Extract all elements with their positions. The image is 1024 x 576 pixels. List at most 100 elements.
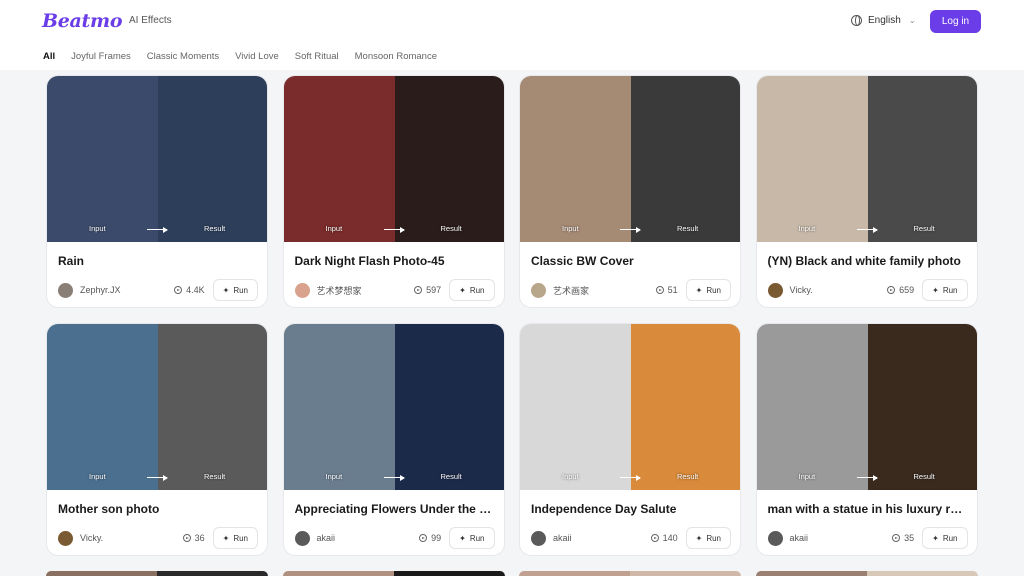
view-count-value: 140 bbox=[662, 533, 678, 543]
view-count: 35 bbox=[892, 533, 914, 543]
preview-image[interactable]: Input Result bbox=[47, 76, 267, 242]
preview-image[interactable]: Input Result bbox=[520, 324, 740, 490]
arrow-right-icon bbox=[147, 474, 168, 481]
input-label: Input bbox=[798, 224, 816, 233]
tab-soft-ritual[interactable]: Soft Ritual bbox=[295, 51, 339, 62]
preview-image[interactable]: Input Result bbox=[283, 76, 504, 242]
chevron-down-icon: ⌄ bbox=[908, 16, 916, 25]
input-image bbox=[283, 76, 395, 242]
result-label: Result bbox=[204, 472, 226, 481]
run-button[interactable]: ✦ Run bbox=[212, 527, 258, 549]
view-count-value: 36 bbox=[194, 533, 205, 543]
view-count: 4.4K bbox=[174, 285, 205, 295]
preview-image[interactable]: Input Result bbox=[47, 324, 267, 490]
card-meta: akaii 35 ✦ Run bbox=[767, 527, 968, 549]
avatar[interactable] bbox=[58, 282, 73, 298]
result-image bbox=[867, 76, 977, 242]
effect-card[interactable]: Input Result Mother son photo Vicky. 36 … bbox=[46, 323, 268, 556]
view-count: 140 bbox=[650, 533, 678, 543]
author-name[interactable]: Vicky. bbox=[80, 533, 183, 543]
run-button[interactable]: ✦ Run bbox=[922, 527, 968, 549]
preview-image[interactable]: Input Result bbox=[756, 76, 977, 242]
input-image bbox=[283, 324, 395, 490]
card-title[interactable]: Appreciating Flowers Under the Moon bbox=[295, 502, 495, 516]
card-title[interactable]: man with a statue in his luxury room bbox=[768, 502, 968, 516]
effect-card[interactable]: Input Result man with a statue in his lu… bbox=[755, 323, 978, 556]
result-label: Result bbox=[913, 472, 935, 481]
run-button[interactable]: ✦ Run bbox=[685, 527, 731, 549]
magic-wand-icon: ✦ bbox=[932, 285, 939, 295]
avatar[interactable] bbox=[767, 530, 783, 546]
effect-card[interactable]: Input Result Dark Night Flash Photo-45 艺… bbox=[282, 75, 505, 308]
play-icon bbox=[414, 286, 423, 294]
login-button[interactable]: Log in bbox=[930, 10, 981, 33]
tab-monsoon-romance[interactable]: Monsoon Romance bbox=[355, 51, 437, 62]
effect-card[interactable]: Input Result (YN) Black and white family… bbox=[755, 75, 978, 308]
card-title[interactable]: Classic BW Cover bbox=[531, 254, 731, 268]
magic-wand-icon: ✦ bbox=[222, 533, 230, 543]
input-label: Input bbox=[89, 224, 106, 233]
card-meta: Vicky. 659 ✦ Run bbox=[767, 279, 968, 301]
view-count-value: 597 bbox=[426, 285, 442, 295]
author-name[interactable]: 艺术梦想家 bbox=[317, 284, 415, 297]
run-button[interactable]: ✦ Run bbox=[922, 279, 968, 301]
author-name[interactable]: Vicky. bbox=[790, 285, 888, 295]
effect-card[interactable]: Input Result Classic BW Cover 艺术画家 51 ✦ … bbox=[519, 75, 741, 308]
author-name[interactable]: akaii bbox=[790, 533, 893, 543]
author-name[interactable]: 艺术画家 bbox=[553, 284, 656, 297]
avatar[interactable] bbox=[294, 530, 310, 546]
magic-wand-icon: ✦ bbox=[695, 285, 703, 295]
input-label: Input bbox=[325, 224, 343, 233]
preview-image[interactable]: Input Result bbox=[520, 76, 740, 242]
effect-card[interactable]: Input Result Appreciating Flowers Under … bbox=[282, 323, 505, 556]
run-button[interactable]: ✦ Run bbox=[212, 279, 258, 301]
language-selector[interactable]: English ⌄ bbox=[851, 15, 916, 26]
run-button[interactable]: ✦ Run bbox=[685, 279, 731, 301]
effect-card-partial[interactable] bbox=[282, 571, 505, 576]
avatar[interactable] bbox=[531, 282, 546, 298]
result-image bbox=[631, 76, 740, 242]
run-button[interactable]: ✦ Run bbox=[449, 279, 495, 301]
tab-all[interactable]: All bbox=[43, 51, 55, 62]
arrow-right-icon bbox=[383, 474, 405, 481]
preview-image[interactable]: Input Result bbox=[283, 324, 504, 490]
play-icon bbox=[887, 286, 896, 294]
preview-image[interactable]: Input Result bbox=[756, 324, 977, 490]
author-name[interactable]: Zephyr.JX bbox=[80, 285, 174, 295]
run-label: Run bbox=[469, 533, 485, 543]
effect-card-partial[interactable] bbox=[755, 571, 978, 576]
effect-card[interactable]: Input Result Independence Day Salute aka… bbox=[519, 323, 741, 556]
avatar[interactable] bbox=[767, 282, 783, 298]
avatar[interactable] bbox=[58, 530, 73, 546]
card-title[interactable]: Mother son photo bbox=[58, 502, 258, 516]
play-icon bbox=[174, 286, 183, 294]
avatar[interactable] bbox=[531, 530, 546, 546]
effect-card-partial[interactable] bbox=[46, 571, 268, 576]
nav-ai-effects[interactable]: AI Effects bbox=[129, 15, 172, 26]
tab-classic-moments[interactable]: Classic Moments bbox=[147, 51, 219, 62]
result-image bbox=[158, 324, 267, 490]
category-tabs: All Joyful Frames Classic Moments Vivid Lov… bbox=[43, 51, 437, 62]
effect-card-partial[interactable] bbox=[519, 571, 741, 576]
card-title[interactable]: Independence Day Salute bbox=[531, 502, 731, 516]
input-label: Input bbox=[562, 472, 579, 481]
card-title[interactable]: Dark Night Flash Photo-45 bbox=[295, 254, 495, 268]
card-title[interactable]: Rain bbox=[58, 254, 258, 268]
card-meta: Vicky. 36 ✦ Run bbox=[58, 527, 258, 549]
result-label: Result bbox=[440, 472, 462, 481]
author-name[interactable]: akaii bbox=[317, 533, 420, 543]
run-button[interactable]: ✦ Run bbox=[449, 527, 495, 549]
effect-card[interactable]: Input Result Rain Zephyr.JX 4.4K ✦ Run bbox=[46, 75, 268, 308]
result-label: Result bbox=[204, 224, 226, 233]
play-icon bbox=[655, 286, 664, 294]
avatar[interactable] bbox=[294, 282, 310, 298]
author-name[interactable]: akaii bbox=[553, 533, 651, 543]
tab-vivid-love[interactable]: Vivid Love bbox=[235, 51, 279, 62]
logo[interactable]: Beatmo bbox=[42, 10, 123, 32]
card-title[interactable]: (YN) Black and white family photo bbox=[768, 254, 968, 268]
run-label: Run bbox=[233, 285, 248, 295]
result-image bbox=[394, 324, 504, 490]
tab-joyful-frames[interactable]: Joyful Frames bbox=[71, 51, 131, 62]
input-label: Input bbox=[89, 472, 106, 481]
input-label: Input bbox=[562, 224, 579, 233]
